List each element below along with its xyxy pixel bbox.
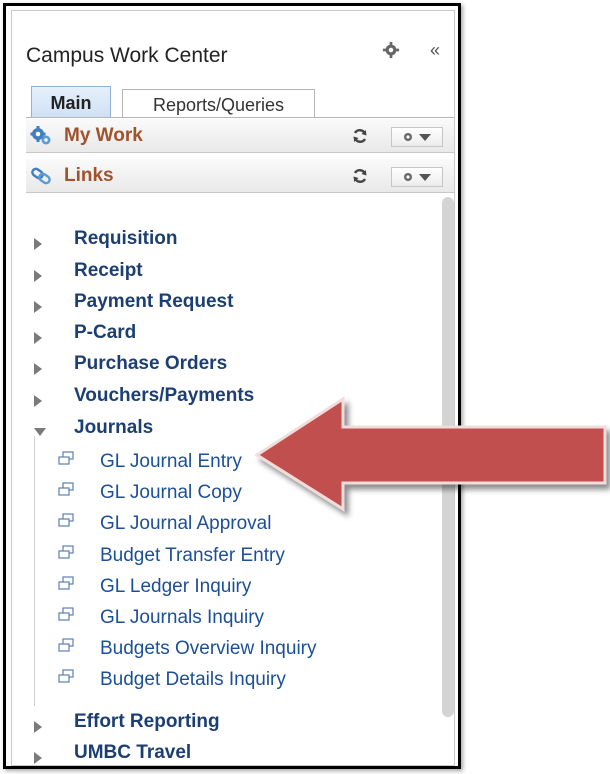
tab-main[interactable]: Main <box>31 86 111 118</box>
link-journals[interactable]: Journals <box>74 417 153 439</box>
link-effort-reporting[interactable]: Effort Reporting <box>74 711 220 733</box>
annotation-arrow <box>254 396 607 512</box>
tree-guide-line <box>34 436 35 706</box>
expand-triangle-icon[interactable] <box>34 332 42 344</box>
collapse-triangle-icon[interactable] <box>34 428 46 436</box>
tab-divider <box>26 117 454 118</box>
page-link-icon <box>58 451 74 465</box>
link-receipt[interactable]: Receipt <box>74 260 143 282</box>
pagelet-options-button[interactable] <box>391 167 443 187</box>
link-vouchers-payments[interactable]: Vouchers/Payments <box>74 385 254 407</box>
gear-small-icon <box>404 133 412 141</box>
link-gl-ledger-inquiry[interactable]: GL Ledger Inquiry <box>100 576 251 598</box>
gear-small-icon <box>404 173 412 181</box>
link-budgets-overview-inquiry[interactable]: Budgets Overview Inquiry <box>100 638 317 660</box>
chevron-down-icon <box>419 174 431 181</box>
collapse-panel-icon[interactable]: « <box>430 41 440 59</box>
expand-triangle-icon[interactable] <box>34 301 42 313</box>
page-link-icon <box>58 482 74 496</box>
expand-triangle-icon[interactable] <box>34 721 42 733</box>
panel-title: Campus Work Center <box>26 44 228 67</box>
gear-icon[interactable] <box>382 41 400 59</box>
link-gl-journal-approval[interactable]: GL Journal Approval <box>100 513 271 535</box>
link-purchase-orders[interactable]: Purchase Orders <box>74 353 227 375</box>
links-icon <box>31 167 51 185</box>
link-requisition[interactable]: Requisition <box>74 228 177 250</box>
link-gl-journals-inquiry[interactable]: GL Journals Inquiry <box>100 607 264 629</box>
page-link-icon <box>58 607 74 621</box>
link-gl-journal-entry[interactable]: GL Journal Entry <box>100 451 242 473</box>
link-gl-journal-copy[interactable]: GL Journal Copy <box>100 482 242 504</box>
link-p-card[interactable]: P-Card <box>74 322 136 344</box>
page-link-icon <box>58 638 74 652</box>
pagelet-options-button[interactable] <box>391 127 443 147</box>
expand-triangle-icon[interactable] <box>34 363 42 375</box>
gears-icon <box>30 126 51 145</box>
link-umbc-travel[interactable]: UMBC Travel <box>74 742 191 764</box>
screenshot-frame: Campus Work Center « Main Reports/Querie… <box>3 3 461 769</box>
expand-triangle-icon[interactable] <box>34 270 42 282</box>
refresh-icon[interactable] <box>352 168 368 184</box>
link-payment-request[interactable]: Payment Request <box>74 291 233 313</box>
page-link-icon <box>58 669 74 683</box>
chevron-down-icon <box>419 134 431 141</box>
refresh-icon[interactable] <box>352 128 368 144</box>
links-header[interactable]: Links <box>26 159 454 193</box>
tab-reports-queries[interactable]: Reports/Queries <box>122 89 315 118</box>
my-work-label[interactable]: My Work <box>64 125 143 147</box>
expand-triangle-icon[interactable] <box>34 395 42 407</box>
work-center-panel: Campus Work Center « Main Reports/Querie… <box>11 10 455 766</box>
links-label[interactable]: Links <box>64 165 114 187</box>
my-work-header[interactable]: My Work <box>26 119 454 153</box>
page-link-icon <box>58 513 74 527</box>
expand-triangle-icon[interactable] <box>34 238 42 250</box>
arrow-shape <box>254 396 607 512</box>
page-link-icon <box>58 576 74 590</box>
page-link-icon <box>58 545 74 559</box>
link-budget-transfer-entry[interactable]: Budget Transfer Entry <box>100 545 285 567</box>
link-budget-details-inquiry[interactable]: Budget Details Inquiry <box>100 669 286 691</box>
expand-triangle-icon[interactable] <box>34 752 42 764</box>
